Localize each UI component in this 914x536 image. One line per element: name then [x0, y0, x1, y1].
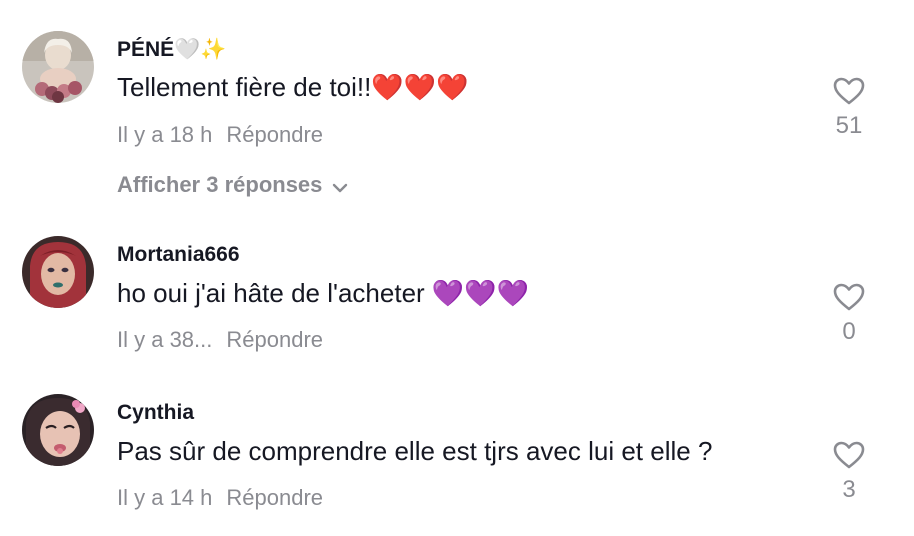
avatar[interactable] [22, 236, 94, 308]
comment-text: Tellement fière de toi!!❤️❤️❤️ [117, 72, 469, 102]
like-count: 51 [835, 112, 863, 139]
comment-username[interactable]: Cynthia [117, 401, 194, 425]
like-button[interactable]: 3 [826, 440, 872, 504]
comment-timestamp: Il y a 18 h [117, 122, 213, 147]
heart-outline-icon [826, 440, 872, 470]
heart-outline-icon [826, 282, 872, 312]
like-button[interactable]: 51 [826, 76, 872, 140]
view-replies-label: Afficher 3 réponses [117, 172, 323, 197]
comment-meta: Il y a 14 h Répondre [117, 485, 323, 511]
comment-timestamp: Il y a 38... [117, 327, 213, 352]
heart-outline-icon [826, 76, 872, 106]
reply-button[interactable]: Répondre [226, 485, 323, 510]
like-count: 0 [842, 318, 856, 345]
reply-button[interactable]: Répondre [226, 327, 323, 352]
comment-username[interactable]: Mortania666 [117, 243, 240, 267]
comment-text: Pas sûr de comprendre elle est tjrs avec… [117, 436, 713, 466]
avatar[interactable] [22, 394, 94, 466]
comment-username[interactable]: PÉNÉ🤍✨ [117, 38, 226, 62]
comment-text: ho oui j'ai hâte de l'acheter 💜💜💜 [117, 278, 530, 308]
chevron-down-icon [332, 173, 348, 199]
view-replies-button[interactable]: Afficher 3 réponses [117, 172, 348, 199]
like-count: 3 [842, 476, 856, 503]
comment-meta: Il y a 18 h Répondre [117, 122, 323, 148]
comment-meta: Il y a 38... Répondre [117, 327, 323, 353]
like-button[interactable]: 0 [826, 282, 872, 346]
avatar[interactable] [22, 31, 94, 103]
reply-button[interactable]: Répondre [226, 122, 323, 147]
comment-timestamp: Il y a 14 h [117, 485, 213, 510]
